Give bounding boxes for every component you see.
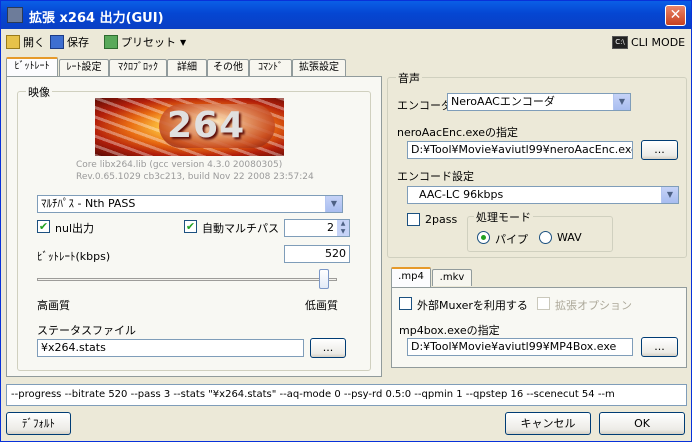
title-bar[interactable]: 拡張 x264 出力(GUI) ✕ <box>1 1 691 29</box>
app-icon <box>7 7 23 23</box>
mp4box-browse-button[interactable]: ... <box>641 337 678 357</box>
audio-path-input[interactable]: D:¥Tool¥Movie¥aviutl99¥neroAacEnc.exe <box>407 141 633 159</box>
external-muxer-checkbox[interactable] <box>399 297 412 310</box>
encode-mode-select[interactable]: ﾏﾙﾁﾊﾟｽ - Nth PASS ▼ <box>37 195 343 213</box>
tab-other[interactable]: その他 <box>207 59 249 76</box>
preset-label: プリセット <box>121 36 176 49</box>
tab-mkv[interactable]: .mkv <box>432 269 472 286</box>
open-button[interactable]: 開く <box>6 34 45 50</box>
chevron-down-icon[interactable]: ▼ <box>325 196 342 212</box>
nul-output-label: nul出力 <box>55 222 94 235</box>
ok-button[interactable]: OK <box>599 412 685 435</box>
window-title: 拡張 x264 出力(GUI) <box>29 11 164 26</box>
save-label: 保存 <box>67 36 89 49</box>
rev-version-text: Rev.0.65.1029 cb3c213, build Nov 22 2008… <box>76 172 314 182</box>
tab-rate-settings[interactable]: ﾚｰﾄ設定 <box>59 59 109 76</box>
encode-setting-label: エンコード設定 <box>397 170 474 183</box>
cli-mode-button[interactable]: C:\ CLI MODE <box>612 34 685 50</box>
encode-setting-value: AAC-LC 96kbps <box>419 188 504 201</box>
encode-mode-value: ﾏﾙﾁﾊﾟｽ - Nth PASS <box>41 197 136 210</box>
auto-multipass-count-input[interactable]: 2 <box>284 219 338 237</box>
wav-radio[interactable] <box>539 231 552 244</box>
core-version-text: Core libx264.lib (gcc version 4.3.0 2008… <box>76 160 283 170</box>
mp4box-path-label: mp4box.exeの指定 <box>399 324 500 337</box>
pipe-radio[interactable] <box>477 231 490 244</box>
low-quality-label: 低画質 <box>305 299 338 312</box>
open-label: 開く <box>23 36 45 49</box>
tab-mp4[interactable]: .mp4 <box>391 267 431 287</box>
default-button[interactable]: ﾃﾞﾌｫﾙﾄ <box>6 412 71 435</box>
twopass-checkbox[interactable] <box>407 213 420 226</box>
floppy-save-icon <box>50 35 64 49</box>
close-button[interactable]: ✕ <box>665 5 686 26</box>
tab-macroblock[interactable]: ﾏｸﾛﾌﾞﾛｯｸ <box>109 59 167 76</box>
audio-encoder-select[interactable]: NeroAACエンコーダ ▼ <box>447 93 631 111</box>
nul-output-checkbox[interactable]: ✔ <box>37 220 50 233</box>
twopass-label: 2pass <box>425 213 458 226</box>
tab-command[interactable]: ｺﾏﾝﾄﾞ <box>249 59 292 76</box>
audio-encoder-label: エンコーダ <box>397 99 452 112</box>
x264-logo: 264 <box>95 98 284 156</box>
auto-multipass-checkbox[interactable]: ✔ <box>184 220 197 233</box>
tab-extended-settings[interactable]: 拡張設定 <box>292 59 346 76</box>
preset-book-icon <box>104 35 118 49</box>
stats-file-input[interactable]: ¥x264.stats <box>37 339 304 357</box>
save-button[interactable]: 保存 <box>50 34 89 50</box>
multipass-spinner[interactable]: ▲ ▼ <box>337 219 350 237</box>
chevron-down-icon: ▼ <box>180 37 187 47</box>
extension-option-checkbox[interactable] <box>537 297 550 310</box>
bitrate-label: ﾋﾞｯﾄﾚｰﾄ(kbps) <box>37 250 111 263</box>
encode-setting-select[interactable]: AAC-LC 96kbps ▼ <box>407 186 679 204</box>
chevron-down-icon[interactable]: ▼ <box>613 94 630 110</box>
stats-file-label: ステータスファイル <box>37 324 136 337</box>
auto-multipass-label: 自動マルチパス <box>202 222 279 235</box>
external-muxer-label: 外部Muxerを利用する <box>417 299 528 312</box>
tab-bitrate[interactable]: ﾋﾞｯﾄﾚｰﾄ <box>6 57 58 77</box>
preset-button[interactable]: プリセット ▼ <box>104 34 186 50</box>
console-icon: C:\ <box>612 35 628 49</box>
mp4box-path-input[interactable]: D:¥Tool¥Movie¥aviutl99¥MP4Box.exe <box>407 338 633 356</box>
cli-mode-label: CLI MODE <box>631 35 686 49</box>
extension-option-label: 拡張オプション <box>555 299 632 312</box>
bitrate-input[interactable]: 520 <box>284 245 350 263</box>
cancel-button[interactable]: キャンセル <box>505 412 591 435</box>
main-window: 拡張 x264 出力(GUI) ✕ 開く 保存 プリセット ▼ C:\ CLI … <box>0 0 692 442</box>
command-line-preview[interactable]: --progress --bitrate 520 --pass 3 --stat… <box>6 384 687 406</box>
high-quality-label: 高画質 <box>37 299 70 312</box>
video-group-label: 映像 <box>26 84 52 100</box>
audio-encoder-value: NeroAACエンコーダ <box>451 95 555 108</box>
stats-browse-button[interactable]: ... <box>310 338 346 358</box>
folder-open-icon <box>6 35 20 49</box>
quality-slider-track[interactable] <box>37 278 337 281</box>
quality-slider-thumb[interactable] <box>319 269 329 289</box>
audio-group-label: 音声 <box>396 70 422 86</box>
pipe-label: パイプ <box>495 233 528 246</box>
wav-label: WAV <box>557 231 582 244</box>
process-mode-label: 処理モード <box>474 209 533 225</box>
tab-detail[interactable]: 詳細 <box>167 59 207 76</box>
logo-text: 264 <box>167 105 246 146</box>
toolbar: 開く 保存 プリセット ▼ C:\ CLI MODE <box>2 30 692 54</box>
audio-path-browse-button[interactable]: ... <box>641 140 678 160</box>
chevron-down-icon[interactable]: ▼ <box>661 187 678 203</box>
audio-path-label: neroAacEnc.exeの指定 <box>397 126 519 139</box>
